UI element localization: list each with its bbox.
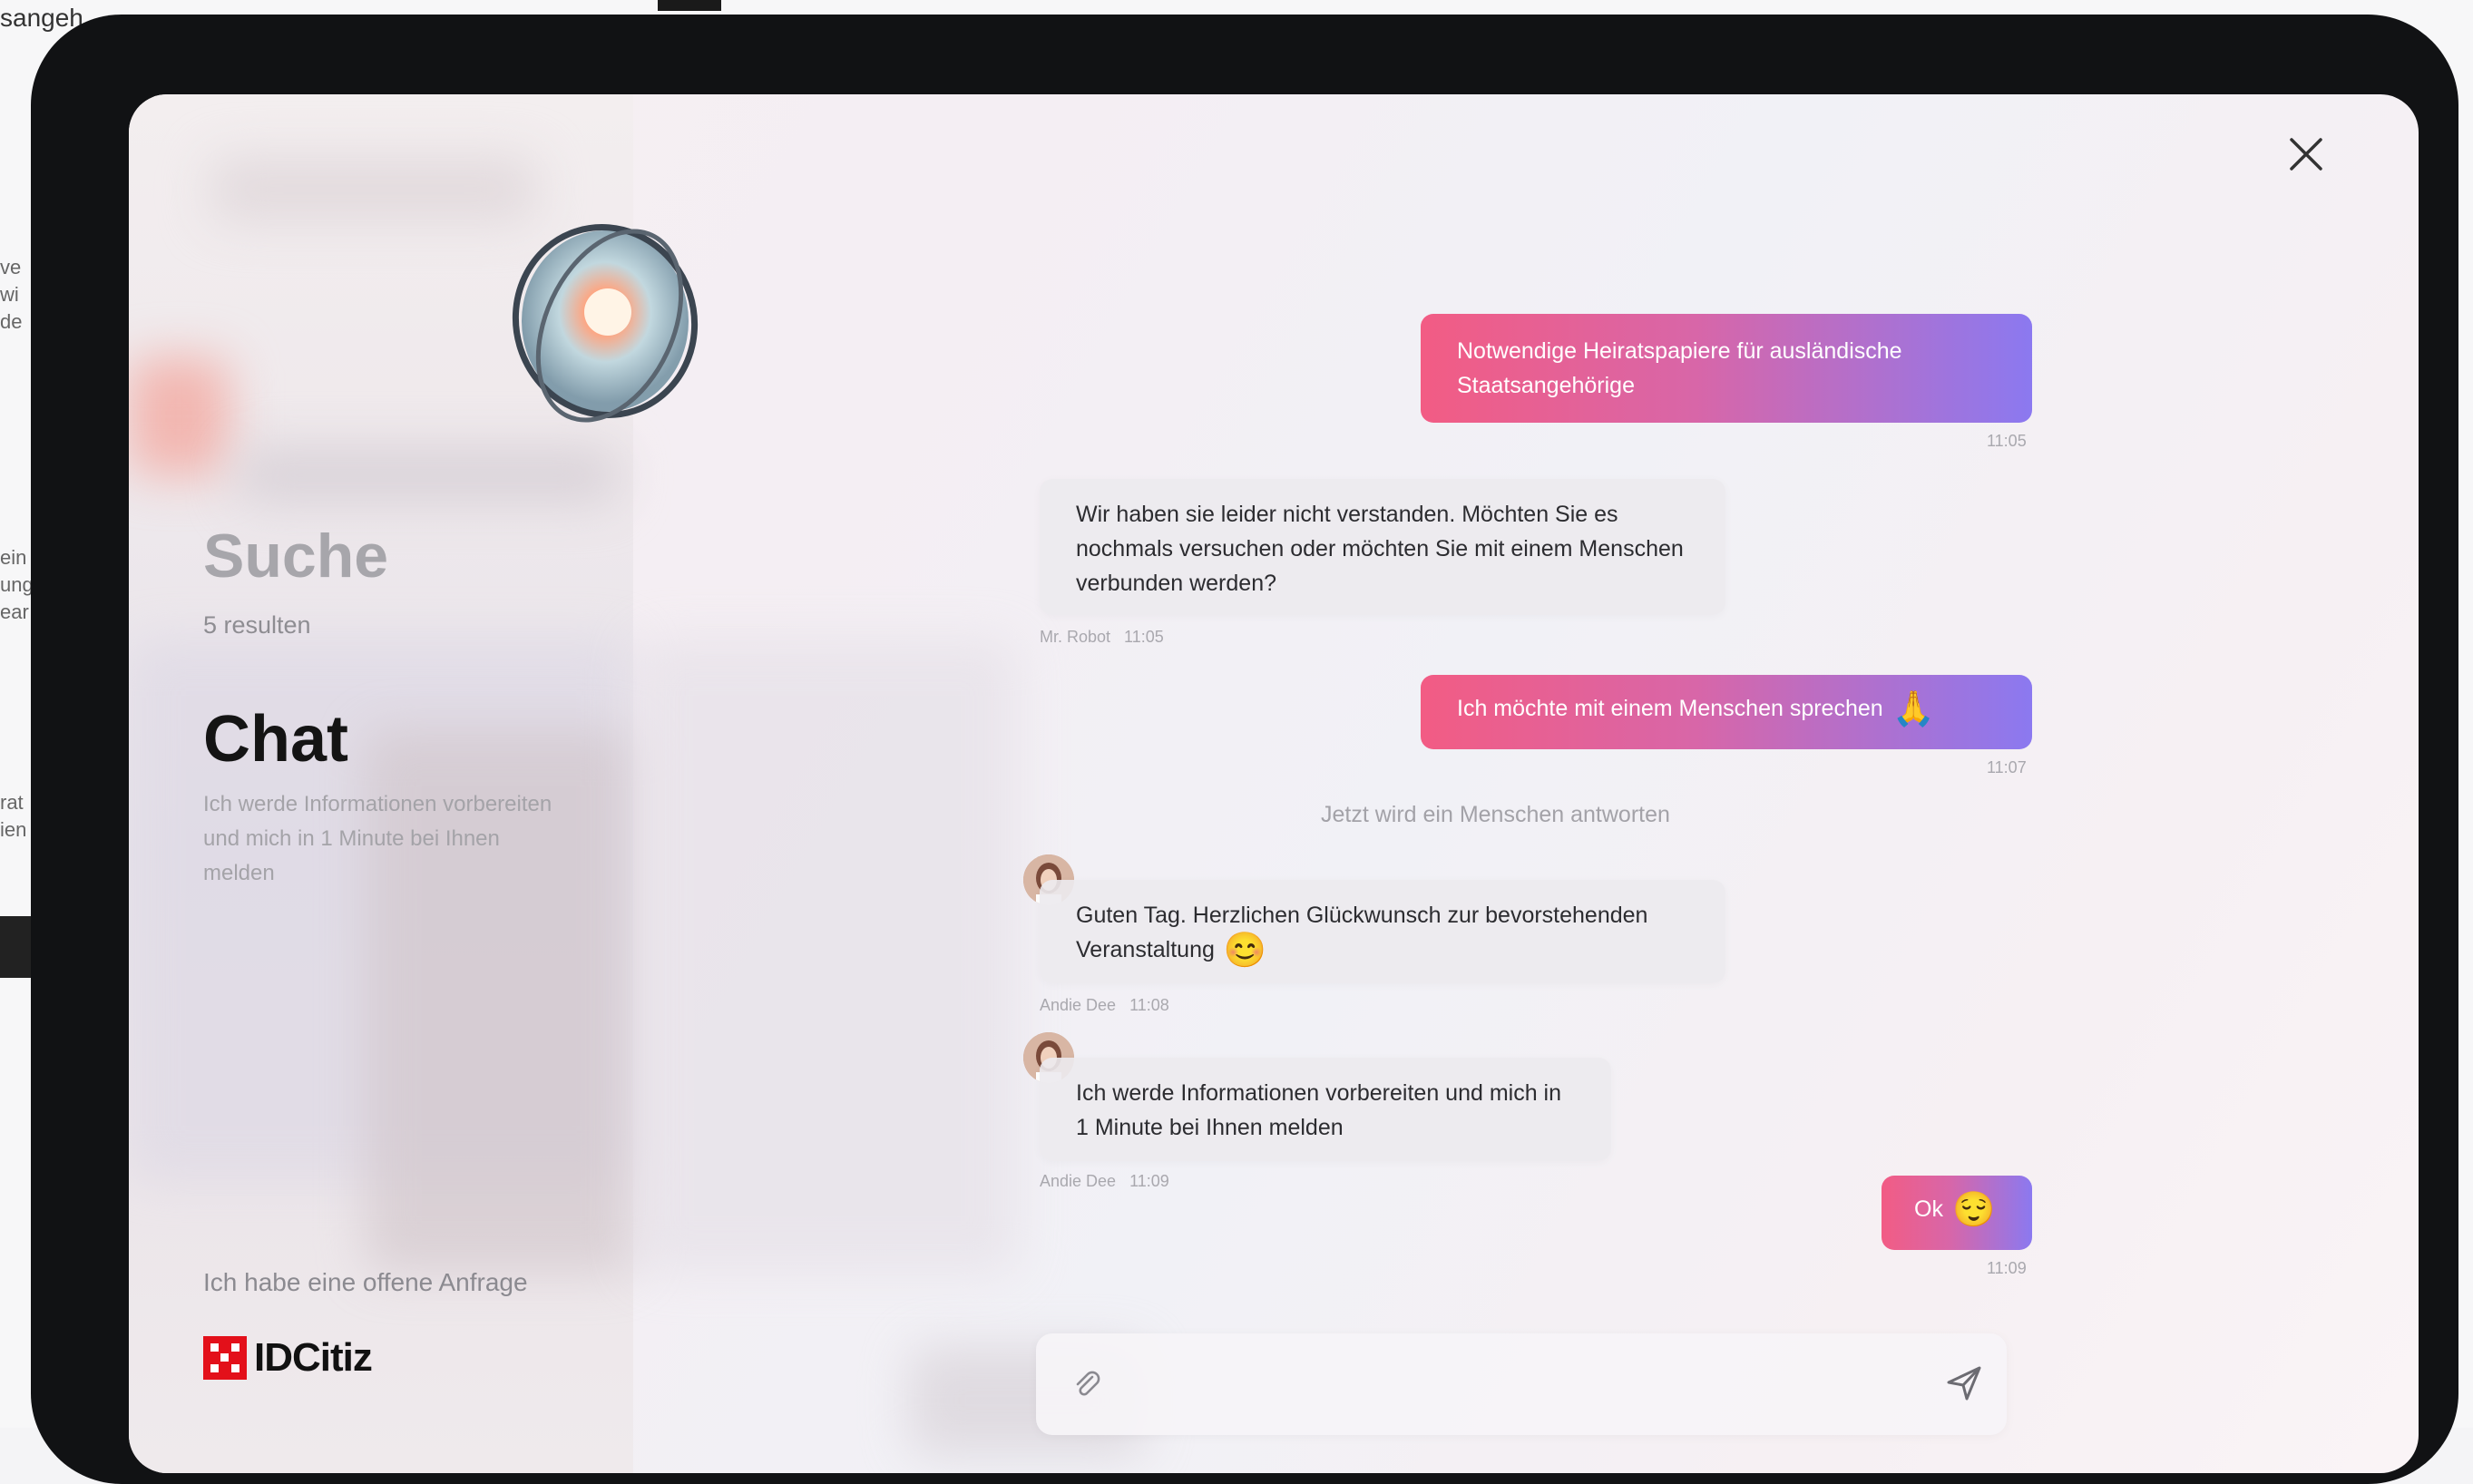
relieved-emoji-icon: 😌 [1951, 1191, 1996, 1230]
incoming-message: Ich werde Informationen vorbereiten und … [1040, 1058, 1611, 1161]
blurred-backdrop [210, 158, 537, 221]
message-meta: Andie Dee 11:09 [1040, 1172, 1169, 1191]
open-request-link[interactable]: Ich habe eine offene Anfrage [203, 1268, 528, 1297]
pray-emoji-icon: 🙏 [1891, 690, 1935, 729]
blurred-backdrop [129, 357, 229, 475]
message-author: Mr. Robot [1040, 628, 1111, 646]
message-time: 11:05 [1987, 432, 2027, 450]
results-count: 5 resulten [203, 611, 311, 639]
message-composer[interactable] [1036, 1333, 2007, 1435]
tablet-frame: Suche 5 resulten Chat Ich werde Informat… [31, 15, 2458, 1484]
message-time: 11:08 [1129, 996, 1169, 1014]
background-block [658, 0, 721, 11]
blurred-backdrop [238, 448, 619, 503]
outgoing-message: Ich möchte mit einem Menschen sprechen 🙏 [1421, 675, 2032, 749]
background-edge-text: ve wi de ein ung ear rat ien [0, 256, 34, 841]
background-dark-tab [0, 916, 31, 978]
search-title: Suche [203, 522, 389, 591]
outgoing-message: Notwendige Heiratspapiere für ausländisc… [1421, 314, 2032, 423]
blurred-backdrop [637, 639, 1018, 1274]
incoming-message: Wir haben sie leider nicht verstanden. M… [1040, 479, 1725, 615]
chat-description: Ich werde Informationen vorbereiten und … [203, 792, 552, 885]
send-icon[interactable] [1943, 1362, 1985, 1404]
assistant-orb-icon [512, 224, 699, 423]
message-time: 11:07 [1987, 758, 2027, 776]
brand-name: IDCitiz [254, 1335, 373, 1380]
chat-modal: Suche 5 resulten Chat Ich werde Informat… [129, 94, 2419, 1473]
smile-emoji-icon: 😊 [1223, 932, 1267, 971]
background-text: sangeh [0, 4, 83, 32]
brand-mark-icon [203, 1336, 247, 1380]
message-time: 11:09 [1987, 1259, 2027, 1277]
incoming-message: Guten Tag. Herzlichen Glückwunsch zur be… [1040, 880, 1725, 983]
close-icon[interactable] [2279, 127, 2333, 181]
paperclip-icon[interactable] [1069, 1366, 1105, 1402]
message-time: 11:09 [1129, 1172, 1169, 1190]
message-meta: Andie Dee 11:08 [1040, 996, 1169, 1015]
system-notice: Jetzt wird ein Menschen antworten [1321, 802, 1670, 827]
message-meta: Mr. Robot 11:05 [1040, 628, 1164, 647]
message-author: Andie Dee [1040, 996, 1117, 1014]
message-time: 11:05 [1124, 628, 1164, 646]
message-author: Andie Dee [1040, 1172, 1117, 1190]
outgoing-message: Ok 😌 [1882, 1176, 2032, 1250]
brand-logo: IDCitiz [203, 1335, 373, 1381]
chat-heading: Chat [203, 703, 348, 776]
